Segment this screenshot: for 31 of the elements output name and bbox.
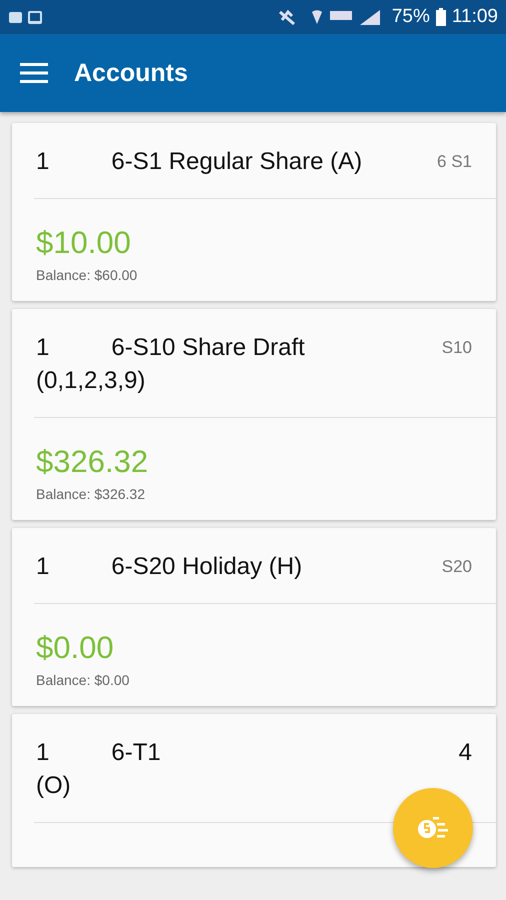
battery-level: 75%	[392, 6, 430, 28]
account-name: 1	[36, 333, 50, 363]
account-code: S20	[440, 556, 472, 577]
account-name: (0,1,2,3,9)	[36, 366, 146, 396]
coin-icon	[417, 815, 449, 841]
available-amount: $0.00	[36, 630, 114, 666]
balance-text: Balance: $326.32	[36, 486, 145, 502]
account-card[interactable]: 1 6-T1 4 (O)	[12, 714, 496, 867]
account-card[interactable]: 1 6-S20 Holiday (H) S20 $0.00 Balance: $0.00	[12, 528, 496, 706]
available-amount: $10.00	[36, 225, 131, 261]
account-name: 1	[36, 552, 50, 582]
account-card[interactable]: 1 6-S1 Regular Share (A) 6 S1 $10.00 Balance: $60.00	[12, 123, 496, 301]
balance-text: Balance: $0.00	[36, 672, 130, 688]
menu-icon[interactable]	[20, 63, 48, 83]
app-title: Accounts	[74, 58, 188, 88]
account-name: 6-T1	[111, 738, 161, 768]
account-card[interactable]: 1 6-S10 Share Draft (0,1,2,3,9) S10 $326.32 Balance: $326.32	[12, 309, 496, 520]
account-name: 4	[458, 738, 472, 768]
account-name: 6-S10 Share Draft	[111, 333, 305, 363]
account-name: 1	[36, 738, 50, 768]
gallery-icon	[8, 9, 44, 25]
account-name: (O)	[36, 771, 71, 801]
account-code: S10	[440, 337, 472, 358]
balance-text: Balance: $60.00	[36, 267, 138, 283]
available-amount: $326.32	[36, 444, 148, 480]
clock-time: 11:09	[452, 6, 498, 28]
account-name: 6-S1 Regular Share (A)	[111, 147, 362, 177]
account-name: 6-S20 Holiday (H)	[111, 552, 302, 582]
account-code: 6 S1	[436, 151, 472, 172]
account-name: 1	[36, 147, 50, 177]
battery-icon	[436, 8, 446, 26]
